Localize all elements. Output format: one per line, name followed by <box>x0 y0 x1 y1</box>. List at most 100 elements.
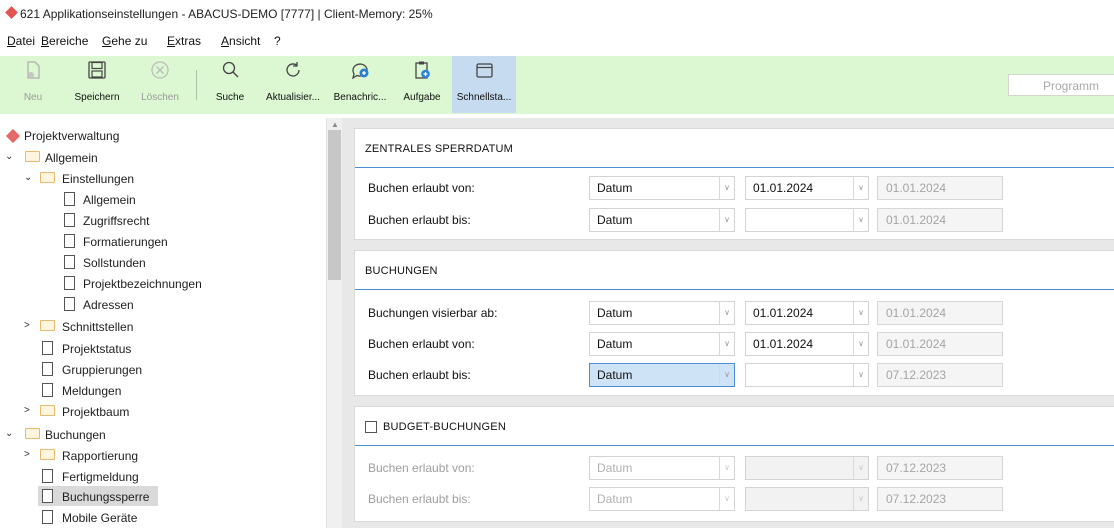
delete-button[interactable]: Löschen <box>132 56 188 113</box>
type-select[interactable]: Datum ∨ <box>589 363 735 387</box>
chevron-down-icon[interactable]: ∨ <box>719 177 734 199</box>
chevron-down-icon[interactable]: ∨ <box>719 488 734 510</box>
tree-item-projektstatus[interactable]: Projektstatus <box>40 339 300 359</box>
type-select[interactable]: Datum ∨ <box>589 332 735 356</box>
chevron-down-icon[interactable]: ∨ <box>719 302 734 324</box>
select-value: 01.01.2024 <box>753 337 814 351</box>
date-select[interactable]: 01.01.2024 ∨ <box>745 332 869 356</box>
tree-item-zugriffsrecht[interactable]: Zugriffsrecht <box>62 211 302 231</box>
title-bar: 621 Applikationseinstellungen - ABACUS-D… <box>0 0 1114 28</box>
toolbar-separator <box>196 70 197 100</box>
tree-item-adressen[interactable]: Adressen <box>62 295 302 315</box>
menu-bereiche[interactable]: Bereiche <box>41 34 88 48</box>
page-icon <box>64 213 75 227</box>
select-value: Datum <box>597 213 633 227</box>
search-button[interactable]: Suche <box>208 56 252 113</box>
tree-item-gruppierungen[interactable]: Gruppierungen <box>40 360 300 380</box>
chevron-down-icon[interactable]: ∨ <box>853 177 868 199</box>
chevron-down-icon[interactable]: ∨ <box>719 457 734 479</box>
budget-checkbox[interactable] <box>365 421 377 433</box>
task-button[interactable]: Aufgabe <box>395 56 449 113</box>
tree-item-projektverwaltung[interactable]: Projektverwaltung <box>5 126 305 146</box>
menu-extras[interactable]: Extras <box>167 34 201 48</box>
date-select[interactable]: 01.01.2024 ∨ <box>745 301 869 325</box>
tree-item-label: Allgemein <box>45 151 98 165</box>
type-select[interactable]: Datum ∨ <box>589 301 735 325</box>
search-icon <box>222 61 239 78</box>
chevron-right-icon[interactable]: > <box>24 405 34 416</box>
scroll-up-icon[interactable]: ▲ <box>331 120 339 129</box>
chevron-down-icon[interactable]: ∨ <box>853 333 868 355</box>
date-select[interactable]: ∨ <box>745 363 869 387</box>
field-label: Buchen erlaubt bis: <box>368 492 471 506</box>
type-select[interactable]: Datum ∨ <box>589 208 735 232</box>
chevron-down-icon[interactable]: ∨ <box>719 209 734 231</box>
refresh-button[interactable]: Aktualisier... <box>259 56 327 113</box>
tree-item-rapportierung[interactable]: > Rapportierung <box>24 446 304 466</box>
readonly-date: 01.01.2024 <box>877 176 1003 200</box>
chevron-down-icon[interactable]: ⌄ <box>5 151 15 162</box>
chevron-down-icon[interactable]: ∨ <box>853 457 868 479</box>
program-search-input[interactable] <box>1041 76 1114 96</box>
tree-item-formatierungen[interactable]: Formatierungen <box>62 232 302 252</box>
content-area: ZENTRALES SPERRDATUM Buchen erlaubt von:… <box>342 118 1114 528</box>
menu-help[interactable]: ? <box>274 34 281 48</box>
save-button-label: Speichern <box>74 92 120 103</box>
tree-item-schnittstellen[interactable]: > Schnittstellen <box>24 317 304 337</box>
chevron-down-icon[interactable]: ∨ <box>719 364 734 386</box>
type-select[interactable]: Datum ∨ <box>589 456 735 480</box>
menu-ansicht[interactable]: Ansicht <box>221 34 260 48</box>
tree-item-label: Mobile Geräte <box>62 511 138 525</box>
save-button[interactable]: Speichern <box>64 56 130 113</box>
chevron-right-icon[interactable]: > <box>24 449 34 460</box>
chevron-down-icon[interactable]: ∨ <box>853 302 868 324</box>
toolbar: Neu Speichern Löschen Suche Aktualisier.… <box>0 56 1114 114</box>
page-icon <box>64 297 75 311</box>
tree-item-buchungssperre[interactable]: Buchungssperre <box>40 487 158 507</box>
tree-item-sollstunden[interactable]: Sollstunden <box>62 253 302 273</box>
tree-item-label: Adressen <box>83 298 134 312</box>
date-select[interactable]: ∨ <box>745 456 869 480</box>
tree-item-allgemein[interactable]: ⌄ Allgemein <box>5 148 305 168</box>
tree-item-mobile-geraete[interactable]: Mobile Geräte <box>40 508 300 528</box>
tree-item-label: Einstellungen <box>62 172 135 186</box>
field-label: Buchen erlaubt bis: <box>368 213 471 227</box>
chevron-right-icon[interactable]: > <box>24 320 34 331</box>
select-value: Datum <box>597 337 633 351</box>
chevron-down-icon[interactable]: ∨ <box>853 209 868 231</box>
tree-item-allgemein-sub[interactable]: Allgemein <box>62 190 302 210</box>
folder-icon <box>25 151 40 162</box>
tree-item-projektbezeichnungen[interactable]: Projektbezeichnungen <box>62 274 302 294</box>
tree-item-projektbaum[interactable]: > Projektbaum <box>24 402 304 422</box>
chevron-down-icon[interactable]: ∨ <box>853 364 868 386</box>
chevron-down-icon[interactable]: ∨ <box>853 488 868 510</box>
field-label: Buchen erlaubt bis: <box>368 368 471 382</box>
new-button[interactable]: Neu <box>18 56 48 113</box>
readonly-value: 01.01.2024 <box>886 213 947 227</box>
chevron-down-icon[interactable]: ∨ <box>719 333 734 355</box>
type-select[interactable]: Datum ∨ <box>589 487 735 511</box>
date-select[interactable]: ∨ <box>745 208 869 232</box>
tree-item-buchungen[interactable]: ⌄ Buchungen <box>5 425 305 445</box>
readonly-value: 07.12.2023 <box>886 461 947 475</box>
scrollbar-thumb[interactable] <box>328 130 341 280</box>
section-heading: BUCHUNGEN <box>365 265 438 277</box>
notification-button-label: Benachric... <box>333 92 387 103</box>
type-select[interactable]: Datum ∨ <box>589 176 735 200</box>
date-select[interactable]: ∨ <box>745 487 869 511</box>
readonly-date: 07.12.2023 <box>877 363 1003 387</box>
menu-datei[interactable]: Datei <box>7 34 35 48</box>
tree-scrollbar[interactable]: ▲ <box>326 118 342 528</box>
tree-item-meldungen[interactable]: Meldungen <box>40 381 300 401</box>
date-select[interactable]: 01.01.2024 ∨ <box>745 176 869 200</box>
notification-button[interactable]: Benachric... <box>328 56 392 113</box>
menu-gehe-zu[interactable]: Gehe zu <box>102 34 147 48</box>
page-icon <box>42 383 53 397</box>
tree-item-fertigmeldung[interactable]: Fertigmeldung <box>40 467 300 487</box>
chevron-down-icon[interactable]: ⌄ <box>24 172 34 183</box>
chevron-down-icon[interactable]: ⌄ <box>5 428 15 439</box>
tree-item-einstellungen[interactable]: ⌄ Einstellungen <box>24 169 304 189</box>
folder-icon <box>25 428 40 439</box>
quickstart-button[interactable]: Schnellsta... <box>452 56 516 113</box>
tree-item-label: Schnittstellen <box>62 320 134 334</box>
